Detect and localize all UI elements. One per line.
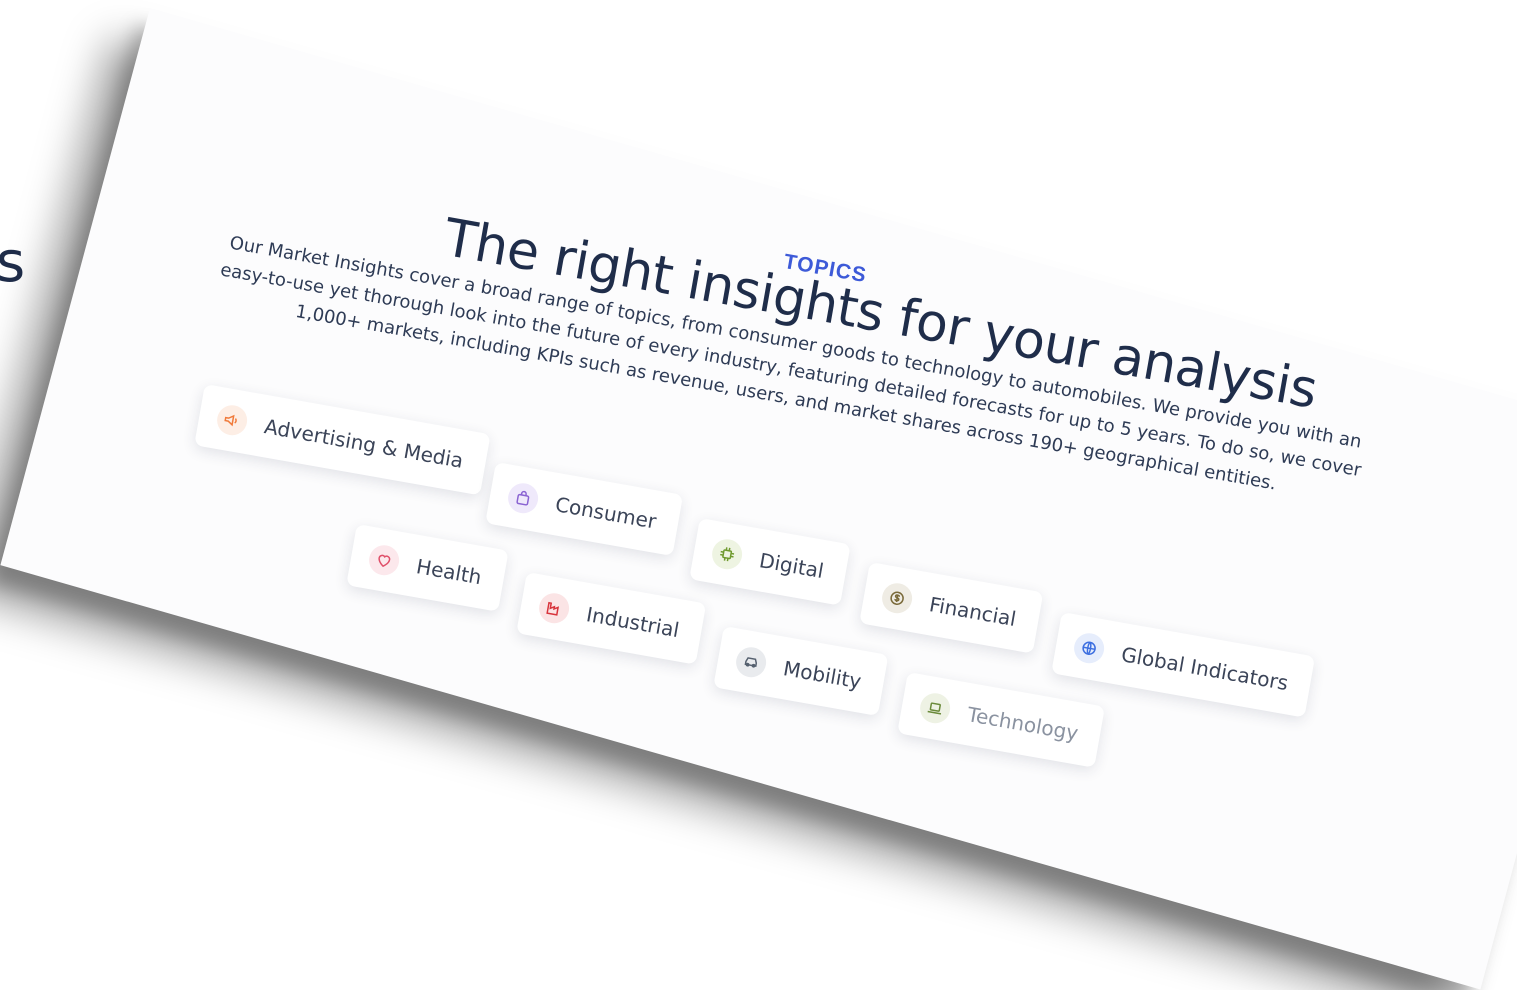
- coin-icon: [879, 580, 915, 616]
- topic-label: Consumer: [553, 492, 659, 534]
- topic-label: Mobility: [781, 656, 864, 694]
- globe-icon: [1071, 630, 1107, 666]
- topic-financial[interactable]: Financial: [859, 562, 1043, 654]
- topic-consumer[interactable]: Consumer: [485, 462, 684, 557]
- topic-advertising-media[interactable]: Advertising & Media: [194, 384, 491, 496]
- topic-label: Industrial: [584, 602, 682, 643]
- laptop-icon: [917, 690, 953, 726]
- topics-section: TOPICS The right insights for your analy…: [0, 0, 1517, 843]
- topic-label: Advertising & Media: [262, 414, 466, 473]
- topic-label: Global Indicators: [1119, 642, 1291, 696]
- topic-digital[interactable]: Digital: [689, 518, 851, 606]
- heart-icon: [366, 542, 402, 578]
- topic-label: Technology: [965, 702, 1081, 746]
- topic-label: Digital: [757, 548, 826, 584]
- shopping-bag-icon: [505, 480, 541, 516]
- topic-mobility[interactable]: Mobility: [713, 626, 889, 716]
- chip-icon: [709, 536, 745, 572]
- topic-label: Financial: [927, 592, 1018, 632]
- factory-icon: [536, 590, 572, 626]
- topic-industrial[interactable]: Industrial: [516, 572, 707, 665]
- topic-label: Health: [414, 554, 484, 590]
- topic-technology[interactable]: Technology: [897, 672, 1105, 768]
- topic-global-indicators[interactable]: Global Indicators: [1051, 612, 1316, 718]
- car-icon: [733, 644, 769, 680]
- megaphone-icon: [214, 402, 250, 438]
- topic-health[interactable]: Health: [346, 524, 509, 612]
